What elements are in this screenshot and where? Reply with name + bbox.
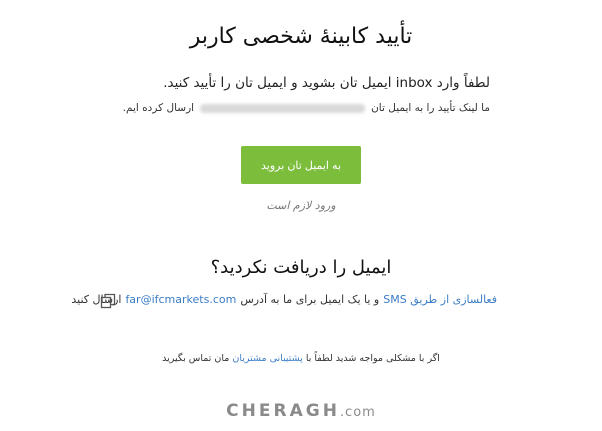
support-prefix: اگر با مشکلی مواجه شدید لطفاً با (305, 353, 440, 364)
support-contact-line: اگر با مشکلی مواجه شدید لطفاً با پشتیبان… (0, 353, 602, 364)
support-suffix: مان تماس بگیرید (162, 353, 230, 364)
support-email-link[interactable]: far@ifcmarkets.com (125, 293, 236, 306)
options-middle-text: و یا یک ایمیل برای ما به آدرس (240, 293, 380, 306)
redacted-email (200, 103, 366, 113)
sms-activation-link[interactable]: فعالسازی از طریق SMS (383, 293, 497, 306)
watermark: CHERAGH.com (0, 401, 602, 421)
customer-support-link[interactable]: پشتیبانی مشتریان (232, 353, 302, 364)
login-required-note: ورود لازم است (266, 199, 336, 212)
watermark-brand: CHERAGH (226, 401, 340, 421)
resend-options-line: فعالسازی از طریق SMS و یا یک ایمیل برای … (71, 293, 497, 306)
sent-suffix: ارسال کرده ایم. (122, 102, 195, 114)
go-to-email-button[interactable]: به ایمیل تان بروید (241, 146, 361, 184)
sent-prefix: ما لینک تأیید را به ایمیل تان (371, 102, 490, 114)
not-received-heading: ایمیل را دریافت نکردید؟ (210, 257, 392, 278)
sent-confirmation-line: ما لینک تأیید را به ایمیل تان ارسال کرده… (123, 102, 490, 114)
page-title: تأیید کابینهٔ شخصی کاربر (189, 24, 413, 49)
watermark-domain: .com (339, 405, 376, 420)
instruction-text: لطفاً وارد inbox ایمیل تان بشوید و ایمیل… (163, 75, 490, 91)
copy-icon[interactable] (100, 293, 116, 309)
